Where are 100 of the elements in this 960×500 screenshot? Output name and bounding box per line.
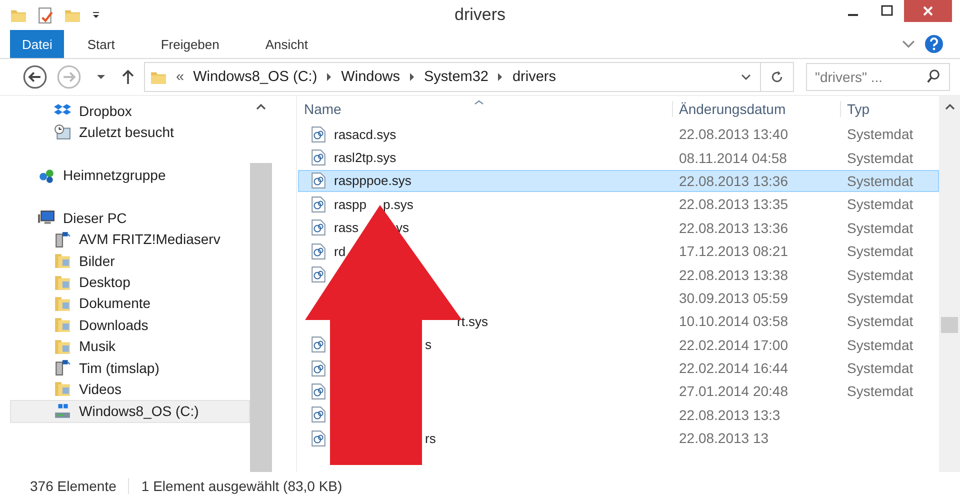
file-name: rd (334, 244, 346, 259)
separator-icon[interactable] (497, 73, 504, 81)
file-row[interactable]: 22.08.2013 13:3 (298, 404, 939, 426)
dropdown-icon[interactable] (91, 10, 101, 20)
ribbon-tab[interactable]: Freigeben (138, 30, 242, 58)
modified-date: 10.10.2014 03:58 (679, 313, 788, 330)
close-button[interactable] (904, 0, 952, 22)
address-field[interactable]: « Windows8_OS (C:) Windows System32 drivers (144, 62, 794, 92)
file-row[interactable]: 22.02.2014 16:44 Systemdat (298, 356, 939, 380)
nav-item[interactable]: Zuletzt besucht (0, 121, 250, 143)
folder-icon (54, 274, 71, 291)
separator-icon[interactable] (326, 73, 332, 81)
modified-date: 22.08.2013 13:3 (679, 406, 780, 423)
modified-date: 30.09.2013 05:59 (679, 290, 788, 306)
file-type: Systemdat (847, 196, 914, 212)
nav-item[interactable]: AVM FRITZ!Mediaserv (0, 228, 250, 250)
breadcrumb[interactable]: Windows8_OS (C:) (193, 69, 318, 85)
close-icon (922, 5, 934, 17)
drive-icon (54, 402, 71, 420)
breadcrumb[interactable]: System32 (424, 69, 488, 85)
file-name: rs (425, 430, 436, 446)
modified-date: 22.08.2013 13:40 (679, 126, 788, 142)
overflow-chevron[interactable]: « (176, 69, 184, 85)
nav-item[interactable]: Dieser PC (0, 207, 250, 229)
sort-icon (474, 100, 484, 105)
ribbon-tab[interactable]: Start (64, 30, 138, 58)
dropdown-icon[interactable] (741, 74, 751, 80)
system-file-icon (310, 149, 327, 166)
window-title: drivers (453, 5, 506, 25)
up-icon[interactable] (120, 69, 136, 85)
search-field[interactable]: "drivers" ... (806, 63, 950, 91)
file-row[interactable]: rs 22.08.2013 13 (298, 427, 939, 450)
nav-item[interactable]: Dropbox (0, 100, 250, 122)
separator-icon[interactable] (409, 73, 415, 81)
file-row[interactable]: raspp p.sys 22.08.2013 13:35 Systemdat (298, 193, 939, 216)
ribbon-tab[interactable]: Datei (10, 30, 64, 58)
caret-icon[interactable] (96, 74, 106, 80)
help-icon[interactable] (924, 34, 944, 54)
file-type: Systemdat (847, 313, 914, 330)
file-row[interactable]: rasl2tp.sys 08.11.2014 04:58 Systemdat (298, 146, 939, 169)
media-server-icon (54, 230, 71, 248)
modified-date: 22.08.2013 13:35 (679, 196, 788, 212)
file-name: raspppoe.sys (334, 173, 412, 188)
system-file-icon (310, 382, 327, 400)
breadcrumb[interactable]: Windows (341, 69, 400, 85)
nav-item[interactable]: Windows8_OS (C:) (10, 400, 250, 424)
nav-item[interactable]: Videos (0, 378, 250, 400)
file-row[interactable]: 30.09.2013 05:59 Systemdat (298, 286, 939, 310)
modified-date: 22.08.2013 13:38 (679, 266, 788, 283)
file-name: rt.sys (457, 314, 488, 329)
file-name: p.sys (383, 196, 414, 212)
column-header[interactable]: Änderungsdatum (672, 101, 840, 117)
modified-date: 17.12.2013 08:21 (679, 243, 788, 260)
folder-icon (54, 252, 71, 270)
file-row[interactable]: rt.sys 10.10.2014 03:58 Systemdat (298, 310, 939, 333)
minimize-icon (848, 14, 858, 16)
nav-item[interactable]: Dokumente (0, 292, 250, 314)
file-type: Systemdat (847, 266, 914, 283)
scroll-up-icon[interactable] (256, 104, 266, 110)
nav-item[interactable]: Bilder (0, 250, 250, 272)
maximize-icon (881, 5, 893, 17)
file-row[interactable]: 22.08.2013 13:38 Systemdat (298, 263, 939, 286)
column-header[interactable]: Name (298, 101, 672, 117)
folder-icon (54, 294, 71, 312)
system-file-icon (310, 336, 327, 354)
system-file-icon (310, 172, 327, 190)
chevron-icon[interactable] (902, 40, 915, 48)
scroll-thumb[interactable] (941, 317, 958, 333)
computer-icon (38, 209, 55, 226)
file-type: Systemdat (847, 150, 914, 166)
scroll-up-icon[interactable] (944, 104, 954, 110)
nav-item[interactable]: Desktop (0, 271, 250, 293)
selection-info: 1 Element ausgewählt (83,0 KB) (128, 478, 342, 494)
scroll-thumb[interactable] (250, 163, 272, 472)
file-row[interactable]: 27.01.2014 20:48 Systemdat (298, 380, 939, 403)
refresh-icon (770, 70, 784, 84)
modified-date: 22.08.2013 13:36 (679, 220, 788, 236)
search-icon (926, 69, 941, 84)
folder-icon (54, 338, 71, 355)
file-row[interactable]: rasacd.sys 22.08.2013 13:40 Systemdat (298, 123, 939, 146)
scrollbar[interactable] (939, 96, 960, 472)
breadcrumb[interactable]: drivers (512, 69, 556, 85)
file-row[interactable]: rd 17.12.2013 08:21 Systemdat (298, 240, 939, 262)
file-type: Systemdat (847, 290, 914, 306)
nav-item[interactable]: Downloads (0, 314, 250, 336)
back-icon[interactable] (22, 64, 48, 90)
clock-icon (54, 124, 71, 141)
system-file-icon (310, 196, 327, 213)
modified-date: 22.02.2014 16:44 (679, 360, 788, 376)
file-name: rass (334, 220, 359, 236)
ribbon-tab[interactable]: Ansicht (242, 30, 332, 58)
file-name: s (425, 337, 432, 352)
nav-item[interactable]: Musik (0, 336, 250, 357)
nav-item[interactable]: Heimnetzgruppe (0, 164, 250, 186)
file-name: raspp (334, 196, 367, 212)
nav-item[interactable]: Tim (timslap) (0, 356, 250, 378)
file-type: Systemdat (847, 383, 914, 400)
file-row[interactable]: s 22.02.2014 17:00 Systemdat (298, 334, 939, 356)
properties-icon[interactable] (37, 6, 54, 24)
file-row[interactable]: raspppoe.sys 22.08.2013 13:36 Systemdat (298, 170, 939, 192)
